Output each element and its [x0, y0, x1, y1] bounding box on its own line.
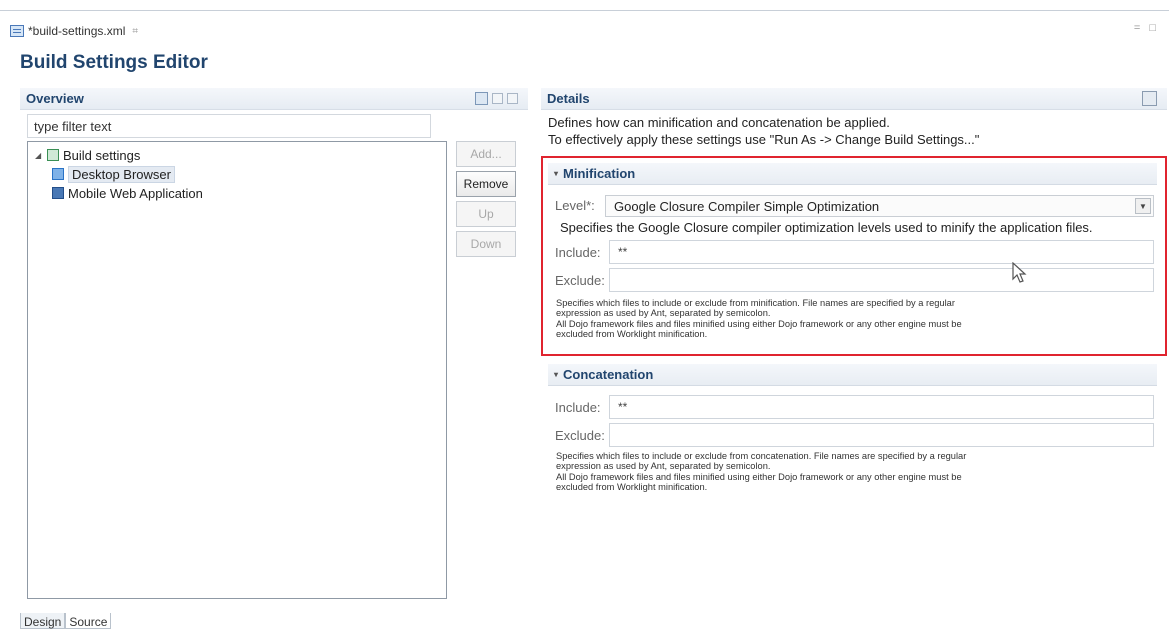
collapse-arrow-icon[interactable]: ▾	[554, 169, 558, 178]
layout-vertical-icon[interactable]	[492, 93, 503, 104]
layout-horizontal-icon[interactable]	[475, 92, 488, 105]
note-line: Specifies which files to include or excl…	[556, 451, 967, 461]
details-description-line-2: To effectively apply these settings use …	[548, 132, 980, 147]
overview-header: Overview	[20, 88, 528, 110]
window-controls[interactable]: = □	[1134, 22, 1159, 34]
concatenation-exclude-label: Exclude:	[555, 428, 605, 443]
concatenation-title: Concatenation	[563, 367, 654, 382]
up-button[interactable]: Up	[456, 201, 516, 227]
mobile-web-icon	[52, 187, 64, 199]
details-header: Details	[541, 88, 1167, 110]
collapse-arrow-icon[interactable]: ▾	[554, 370, 558, 379]
concatenation-include-input[interactable]	[609, 395, 1154, 419]
concatenation-include-label: Include:	[555, 400, 601, 415]
collapse-all-icon[interactable]	[507, 93, 518, 104]
build-settings-tree[interactable]: ◢ Build settings Desktop Browser Mobile …	[27, 141, 447, 599]
tab-design[interactable]: Design	[20, 613, 66, 629]
minification-note: Specifies which files to include or excl…	[556, 298, 962, 340]
level-label: Level*:	[555, 198, 595, 213]
tree-item-desktop-browser[interactable]: Desktop Browser	[52, 165, 175, 183]
add-button[interactable]: Add...	[456, 141, 516, 167]
filter-input[interactable]	[27, 114, 431, 138]
minification-header[interactable]: ▾ Minification	[548, 163, 1157, 185]
xml-file-icon	[10, 25, 24, 37]
concatenation-exclude-input[interactable]	[609, 423, 1154, 447]
down-button[interactable]: Down	[456, 231, 516, 257]
maximize-icon[interactable]	[1142, 91, 1157, 106]
minification-include-label: Include:	[555, 245, 601, 260]
remove-button[interactable]: Remove	[456, 171, 516, 197]
overview-title: Overview	[26, 91, 84, 106]
level-select[interactable]: Google Closure Compiler Simple Optimizat…	[605, 195, 1154, 217]
editor-bottom-tabs: Design Source	[20, 613, 112, 629]
details-title: Details	[547, 91, 590, 106]
minification-exclude-label: Exclude:	[555, 273, 605, 288]
concatenation-header[interactable]: ▾ Concatenation	[548, 364, 1157, 386]
note-line: expression as used by Ant, separated by …	[556, 461, 771, 472]
page-title: Build Settings Editor	[20, 52, 208, 73]
desktop-browser-icon	[52, 168, 64, 180]
minification-exclude-input[interactable]	[609, 268, 1154, 292]
top-divider	[0, 10, 1169, 11]
overview-toolbar	[475, 92, 518, 105]
close-icon[interactable]: ⌗	[132, 26, 138, 37]
tree-item-label: Desktop Browser	[68, 165, 175, 183]
note-line: excluded from Worklight minification.	[556, 482, 708, 493]
minification-title: Minification	[563, 166, 636, 181]
level-description: Specifies the Google Closure compiler op…	[560, 220, 1093, 235]
note-line: expression as used by Ant, separated by …	[556, 308, 771, 319]
tab-source[interactable]: Source	[65, 613, 112, 629]
details-description-line-1: Defines how can minification and concate…	[548, 115, 890, 130]
editor-tab[interactable]: *build-settings.xml ⌗	[10, 22, 138, 40]
mouse-cursor-icon	[1012, 262, 1027, 283]
level-select-value: Google Closure Compiler Simple Optimizat…	[614, 198, 880, 214]
concatenation-note: Specifies which files to include or excl…	[556, 451, 966, 493]
tree-item-label: Mobile Web Application	[68, 185, 203, 201]
tree-item-build-settings[interactable]: ◢ Build settings	[35, 146, 140, 164]
tree-item-mobile-web-application[interactable]: Mobile Web Application	[52, 184, 203, 202]
tree-item-label: Build settings	[63, 147, 141, 163]
note-line: All Dojo framework files and files minif…	[556, 471, 962, 482]
chevron-down-icon[interactable]: ▼	[1135, 198, 1151, 214]
minification-include-input[interactable]	[609, 240, 1154, 264]
note-line: Specifies which files to include or excl…	[556, 298, 955, 308]
note-line: All Dojo framework files and files minif…	[556, 318, 962, 329]
settings-folder-icon	[47, 149, 59, 161]
expand-arrow-icon[interactable]: ◢	[35, 151, 43, 160]
editor-tab-title: *build-settings.xml	[28, 24, 126, 38]
note-line: excluded from Worklight minification.	[556, 329, 708, 340]
